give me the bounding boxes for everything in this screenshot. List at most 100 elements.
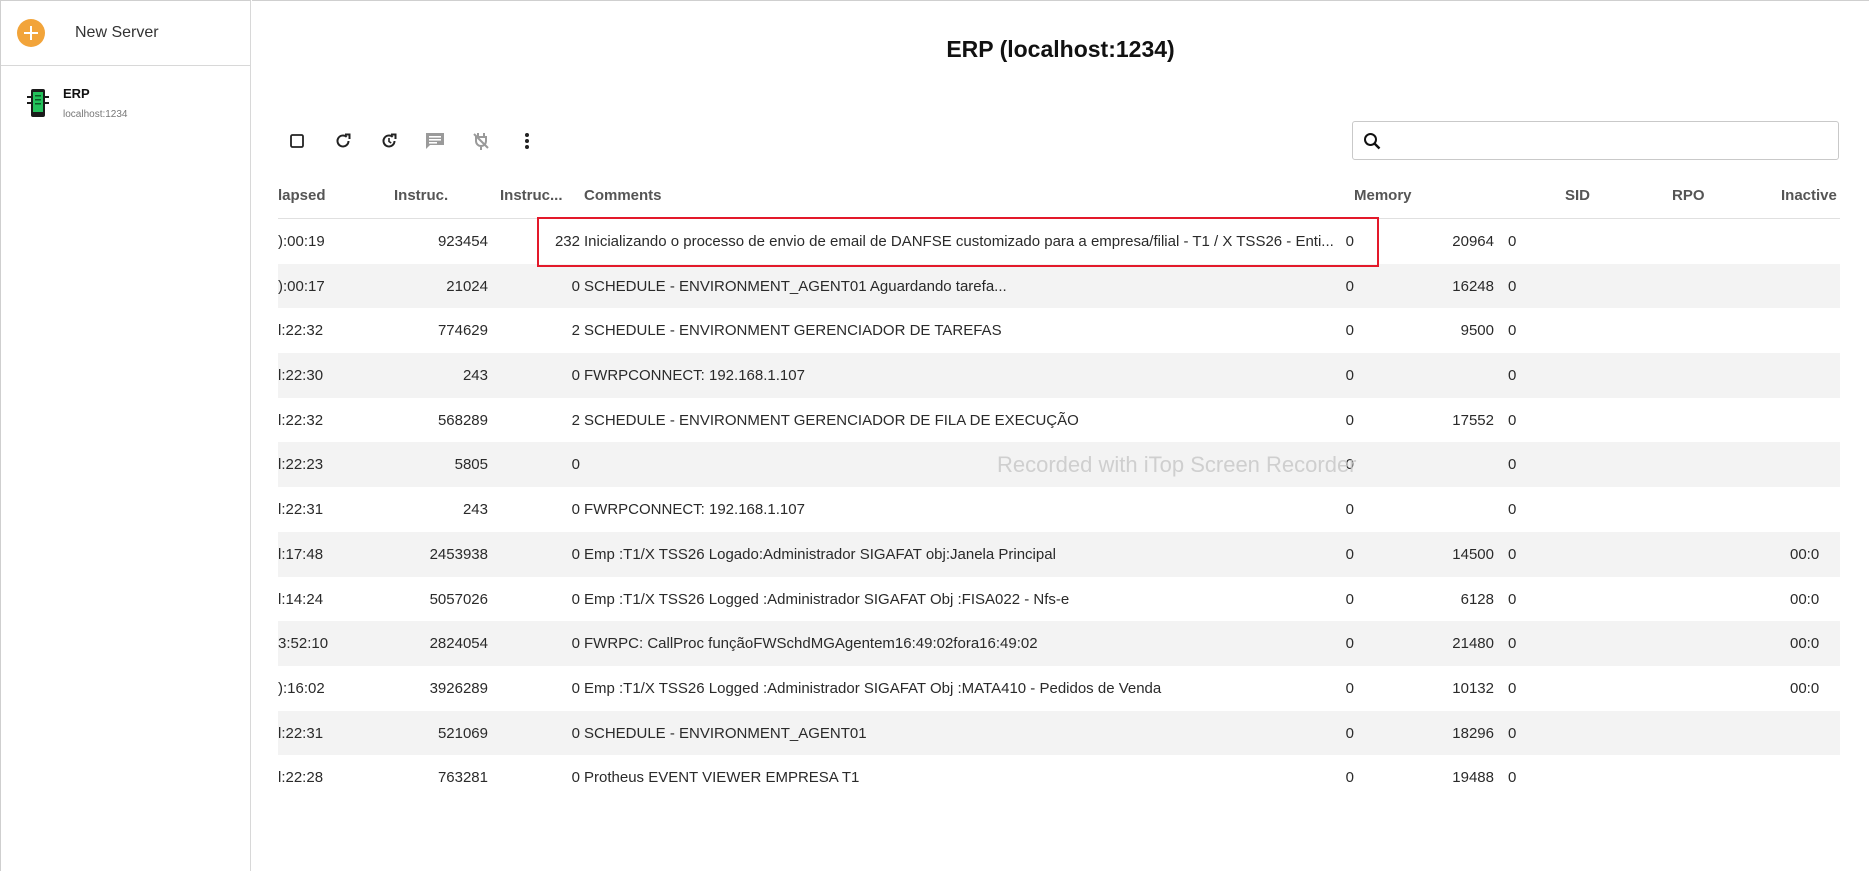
cell-rpo: 0 [1508, 769, 1517, 787]
cell-elapsed: l:22:30 [278, 367, 324, 385]
table-row[interactable]: 3:52:10 2824054 0 FWRPC: CallProc funçãoFWS… [278, 621, 1840, 666]
table-row[interactable]: l:22:23 5805 0 0 0 [278, 442, 1840, 488]
cell-elapsed: l:22:32 [278, 411, 324, 429]
auto-refresh-button[interactable] [374, 126, 404, 156]
cell-rpo: 0 [1508, 501, 1517, 519]
cell-instructions: 5057026 [429, 590, 488, 608]
cell-elapsed: 3:52:10 [278, 635, 329, 653]
cell-instructions: 923454 [437, 233, 488, 250]
cell-instructions-2: 0 [571, 367, 580, 385]
column-header-instructions-2[interactable]: Instruc... [500, 187, 580, 204]
cell-rpo: 0 [1508, 367, 1517, 385]
search-input[interactable] [1389, 125, 1838, 156]
column-header-inactive[interactable]: Inactive [1781, 187, 1837, 204]
cell-memory: 0 [1345, 635, 1354, 653]
cell-sid: 10132 [1452, 679, 1494, 697]
server-icon [27, 89, 49, 117]
cell-sid: 17552 [1452, 411, 1494, 429]
cell-memory: 0 [1345, 501, 1354, 519]
table-row[interactable]: ):00:17 21024 0 SCHEDULE - ENVIRONMENT_AGEN… [278, 263, 1840, 309]
cell-memory: 0 [1345, 769, 1354, 787]
timer-refresh-icon [382, 133, 397, 148]
new-server-label: New Server [75, 24, 159, 41]
cell-instructions-2: 0 [571, 456, 580, 474]
cell-instructions: 21024 [446, 277, 488, 295]
unplug-icon [473, 133, 489, 150]
cell-instructions: 763281 [437, 769, 488, 787]
cell-instructions-2: 0 [571, 679, 580, 697]
cell-sid: 19488 [1452, 769, 1494, 787]
cell-rpo: 0 [1508, 456, 1517, 474]
cell-memory: 0 [1345, 679, 1354, 697]
table-row[interactable]: l:14:24 5057026 0 Emp :T1/X TSS26 Logged :A… [278, 577, 1840, 622]
cell-sid: 14500 [1452, 545, 1494, 563]
table-row[interactable]: l:22:28 763281 0 Protheus EVENT VIEWER EMPR… [278, 755, 1840, 800]
table-row[interactable]: l:22:32 774629 2 SCHEDULE - ENVIRONMENT GER… [278, 308, 1840, 353]
column-header-instructions[interactable]: Instruc. [394, 187, 448, 204]
cell-instructions-2: 0 [571, 724, 580, 742]
cell-sid: 6128 [1460, 590, 1494, 608]
send-message-button[interactable] [420, 126, 450, 156]
cell-instructions: 3926289 [429, 679, 488, 697]
table-row[interactable]: l:17:48 2453938 0 Emp :T1/X TSS26 Logado:Ad… [278, 531, 1840, 577]
cell-memory: 0 [1345, 411, 1354, 429]
table-row[interactable]: l:22:30 243 0 FWRPCONNECT: 192.168.1.107 0 0 [278, 353, 1840, 398]
more-vertical-icon [525, 133, 529, 149]
cell-memory: 0 [1345, 545, 1354, 563]
cell-memory: 0 [1345, 367, 1354, 385]
cell-elapsed: l:22:31 [278, 724, 324, 742]
cell-instructions: 774629 [437, 322, 488, 340]
column-header-elapsed[interactable]: lapsed [278, 187, 338, 204]
new-server-button[interactable]: New Server [1, 1, 250, 66]
cell-instructions-2: 0 [571, 501, 580, 519]
cell-instructions: 521069 [437, 724, 488, 742]
server-name: ERP [63, 86, 90, 101]
cell-instructions: 568289 [437, 411, 488, 429]
column-header-comments[interactable]: Comments [584, 187, 662, 204]
cell-rpo: 0 [1508, 233, 1517, 250]
cell-memory: 0 [1345, 456, 1354, 474]
process-table: lapsed Instruc. Instruc... Comments Memo… [278, 174, 1840, 814]
table-row[interactable]: ):00:19 923454 232 Inicializando o processo… [278, 219, 1840, 264]
cell-rpo: 0 [1508, 411, 1517, 429]
cell-sid: 20964 [1452, 233, 1494, 250]
table-header: lapsed Instruc. Instruc... Comments Memo… [278, 174, 1840, 219]
cell-sid: 21480 [1452, 635, 1494, 653]
column-header-rpo[interactable]: RPO [1672, 187, 1705, 204]
more-button[interactable] [512, 126, 542, 156]
search-icon [1364, 132, 1381, 149]
sidebar-item-erp[interactable]: ERP localhost:1234 [1, 66, 250, 146]
cell-last: 00:0 [1790, 635, 1820, 653]
cell-memory: 0 [1345, 277, 1354, 295]
cell-instructions-2: 0 [571, 590, 580, 608]
table-row[interactable]: ):16:02 3926289 0 Emp :T1/X TSS26 Logged :A… [278, 666, 1840, 711]
server-host: localhost:1234 [63, 109, 128, 120]
cell-instructions: 243 [462, 501, 488, 519]
cell-rpo: 0 [1508, 724, 1517, 742]
cell-rpo: 0 [1508, 322, 1517, 340]
cell-elapsed: l:22:28 [278, 769, 324, 787]
column-header-memory[interactable]: Memory [1354, 187, 1412, 204]
table-row[interactable]: l:22:31 243 0 FWRPCONNECT: 192.168.1.107 0 0 [278, 487, 1840, 532]
disconnect-button[interactable] [466, 126, 496, 156]
select-all-checkbox[interactable] [282, 126, 312, 156]
table-row[interactable]: l:22:32 568289 2 SCHEDULE - ENVIRONMENT GER… [278, 398, 1840, 443]
sidebar: New Server ERP localhost:1234 [0, 0, 251, 871]
cell-elapsed: ):16:02 [278, 679, 325, 697]
message-icon [426, 133, 444, 149]
page-title: ERP (localhost:1234) [946, 36, 1175, 62]
cell-elapsed: l:17:48 [278, 545, 324, 563]
cell-instructions: 2453938 [429, 545, 488, 563]
column-header-sid[interactable]: SID [1565, 187, 1590, 204]
cell-elapsed: l:22:32 [278, 322, 324, 340]
cell-last: 00:0 [1790, 679, 1820, 697]
refresh-button[interactable] [328, 126, 358, 156]
cell-elapsed: ):00:17 [278, 277, 325, 295]
cell-instructions-2: 0 [571, 769, 580, 787]
add-circle-icon [17, 19, 45, 47]
cell-instructions-2: 0 [571, 277, 580, 295]
cell-instructions: 2824054 [429, 635, 488, 653]
cell-memory: 0 [1345, 322, 1354, 340]
table-row[interactable]: l:22:31 521069 0 SCHEDULE - ENVIRONMENT_AGE… [278, 710, 1840, 756]
cell-instructions-2: 0 [571, 635, 580, 653]
